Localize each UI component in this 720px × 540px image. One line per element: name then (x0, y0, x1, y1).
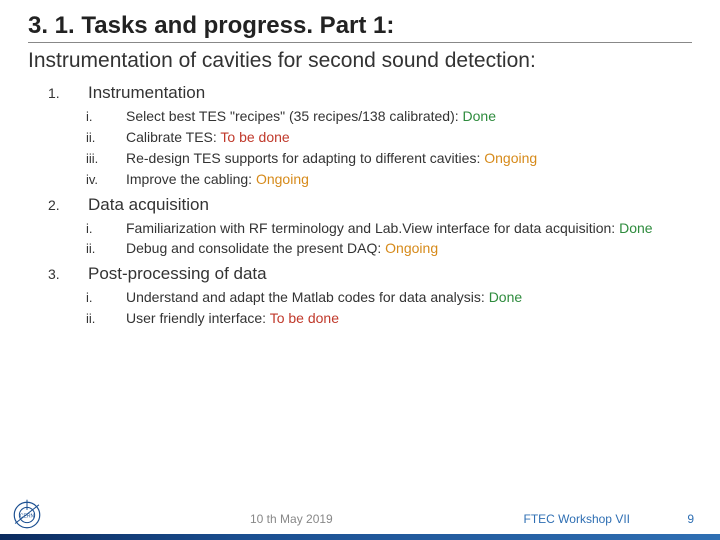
item-body: Select best TES "recipes" (35 recipes/13… (126, 108, 463, 124)
section-number: 1. (48, 85, 88, 101)
item-text: Select best TES "recipes" (35 recipes/13… (126, 107, 496, 126)
item-text: User friendly interface: To be done (126, 309, 339, 328)
item-body: Calibrate TES: (126, 129, 220, 145)
list-item: i. Familiarization with RF terminology a… (86, 219, 692, 238)
section-items: i. Understand and adapt the Matlab codes… (48, 288, 692, 328)
section-head: 3. Post-processing of data (48, 264, 692, 284)
status-done: Done (463, 108, 496, 124)
logo-text: CERN (20, 514, 35, 520)
item-number: i. (86, 220, 126, 238)
item-number: iii. (86, 150, 126, 168)
section-items: i. Select best TES "recipes" (35 recipes… (48, 107, 692, 189)
list-item: i. Understand and adapt the Matlab codes… (86, 288, 692, 307)
list-item: ii. Calibrate TES: To be done (86, 128, 692, 147)
item-text: Re-design TES supports for adapting to d… (126, 149, 537, 168)
list-item: i. Select best TES "recipes" (35 recipes… (86, 107, 692, 126)
list-item: ii. Debug and consolidate the present DA… (86, 239, 692, 258)
footer-accent-strip (0, 534, 720, 540)
item-body: Improve the cabling: (126, 171, 256, 187)
status-ongoing: Ongoing (484, 150, 537, 166)
section-head: 2. Data acquisition (48, 195, 692, 215)
section-items: i. Familiarization with RF terminology a… (48, 219, 692, 259)
item-number: i. (86, 108, 126, 126)
item-number: iv. (86, 171, 126, 189)
list-item: iv. Improve the cabling: Ongoing (86, 170, 692, 189)
status-done: Done (619, 220, 652, 236)
list-item: iii. Re-design TES supports for adapting… (86, 149, 692, 168)
section-label: Data acquisition (88, 195, 209, 215)
section-number: 2. (48, 197, 88, 213)
section-data-acquisition: 2. Data acquisition i. Familiarization w… (48, 195, 692, 259)
item-body: Debug and consolidate the present DAQ: (126, 240, 385, 256)
item-text: Improve the cabling: Ongoing (126, 170, 309, 189)
list-item: ii. User friendly interface: To be done (86, 309, 692, 328)
section-label: Post-processing of data (88, 264, 267, 284)
content: 1. Instrumentation i. Select best TES "r… (28, 83, 692, 328)
item-body: User friendly interface: (126, 310, 270, 326)
slide: 3. 1. Tasks and progress. Part 1: Instru… (0, 0, 720, 540)
section-number: 3. (48, 266, 88, 282)
item-text: Debug and consolidate the present DAQ: O… (126, 239, 438, 258)
item-number: ii. (86, 129, 126, 147)
item-number: ii. (86, 240, 126, 258)
footer: CERN 10 th May 2019 FTEC Workshop VII 9 (0, 496, 720, 540)
item-number: i. (86, 289, 126, 307)
item-body: Re-design TES supports for adapting to d… (126, 150, 484, 166)
section-post-processing: 3. Post-processing of data i. Understand… (48, 264, 692, 328)
slide-title: 3. 1. Tasks and progress. Part 1: (28, 12, 692, 40)
footer-date: 10 th May 2019 (250, 512, 333, 526)
item-text: Understand and adapt the Matlab codes fo… (126, 288, 522, 307)
section-head: 1. Instrumentation (48, 83, 692, 103)
footer-page-number: 9 (687, 512, 694, 526)
item-text: Familiarization with RF terminology and … (126, 219, 653, 238)
item-body: Understand and adapt the Matlab codes fo… (126, 289, 489, 305)
status-ongoing: Ongoing (256, 171, 309, 187)
status-ongoing: Ongoing (385, 240, 438, 256)
item-number: ii. (86, 310, 126, 328)
section-label: Instrumentation (88, 83, 205, 103)
section-instrumentation: 1. Instrumentation i. Select best TES "r… (48, 83, 692, 189)
status-todo: To be done (270, 310, 339, 326)
cern-logo-icon: CERN (10, 498, 44, 532)
item-text: Calibrate TES: To be done (126, 128, 290, 147)
item-body: Familiarization with RF terminology and … (126, 220, 619, 236)
footer-event: FTEC Workshop VII (524, 512, 630, 526)
status-todo: To be done (220, 129, 289, 145)
status-done: Done (489, 289, 522, 305)
title-rule (28, 42, 692, 43)
slide-subtitle: Instrumentation of cavities for second s… (28, 49, 692, 73)
